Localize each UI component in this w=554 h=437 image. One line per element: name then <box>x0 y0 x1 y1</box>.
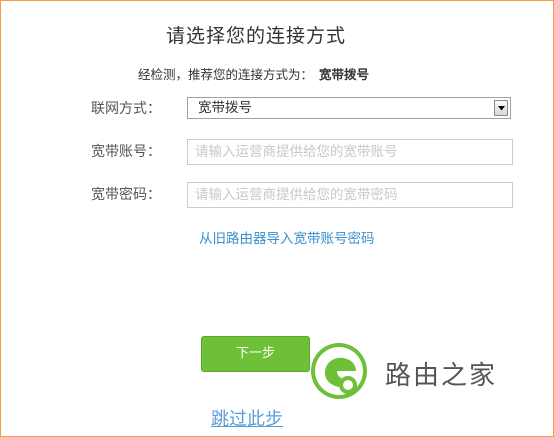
dropdown-arrow-button[interactable] <box>494 100 508 116</box>
connection-type-value: 宽带拨号 <box>198 100 252 116</box>
page-title: 请选择您的连接方式 <box>165 25 346 47</box>
next-button[interactable]: 下一步 <box>201 336 310 372</box>
skip-step-link[interactable]: 跳过此步 <box>211 405 283 431</box>
connection-type-label: 联网方式： <box>91 101 161 117</box>
password-label: 宽带密码： <box>91 187 161 203</box>
detection-message: 经检测，推荐您的连接方式为： 宽带拨号 <box>1 64 506 83</box>
detection-result: 宽带拨号 <box>319 67 370 82</box>
detection-prefix: 经检测，推荐您的连接方式为： <box>137 67 313 82</box>
watermark: 路由之家 <box>307 339 507 419</box>
chevron-down-icon <box>498 106 505 111</box>
password-input[interactable] <box>187 182 513 208</box>
account-input[interactable] <box>187 139 513 165</box>
import-from-old-router-link[interactable]: 从旧路由器导入宽带账号密码 <box>199 227 375 247</box>
setup-panel: 请选择您的连接方式 经检测，推荐您的连接方式为： 宽带拨号 联网方式： 宽带拨号 … <box>0 0 554 437</box>
watermark-text: 路由之家 <box>385 361 498 391</box>
watermark-logo-icon <box>311 343 367 399</box>
connection-type-select[interactable]: 宽带拨号 <box>187 97 511 119</box>
account-label: 宽带账号： <box>91 144 161 160</box>
